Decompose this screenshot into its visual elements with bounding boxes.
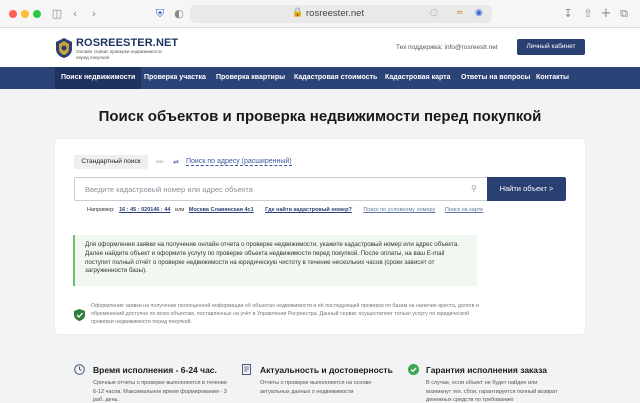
- reader-icon[interactable]: ◉: [475, 8, 483, 18]
- url-text: rosreester.net: [306, 8, 365, 19]
- personal-cabinet-button[interactable]: Личный кабинет: [517, 39, 585, 55]
- where-find-cadastral-link[interactable]: Где найти кадастровый номер?: [265, 207, 352, 213]
- browser-toolbar: ◫ ‹ › ⛨ ◐ 🔒 rosreester.net ◌ ≈ ◉ ↧ ⇧ + ⧉: [0, 0, 640, 28]
- nav-item-cadastral-map[interactable]: Кадастровая карта: [385, 67, 451, 89]
- feature-text-time: Срочные отчеты о проверке выполняются в …: [93, 380, 227, 403]
- tab-standard-search[interactable]: Стандартный поиск: [74, 155, 148, 169]
- feature-text-accuracy: Отчеты о проверке выполняются на основе …: [260, 380, 372, 395]
- feature-title-guarantee: Гарантия исполнения заказа: [426, 365, 547, 375]
- conditional-number-search-link[interactable]: Поиск по условному номеру: [363, 207, 435, 213]
- sidebar-icon[interactable]: ◫: [50, 6, 64, 22]
- nav-item-apartment-check[interactable]: Проверка квартиры: [216, 67, 285, 89]
- minimize-window-button[interactable]: [21, 10, 29, 18]
- logo-subtitle: Онлайн сервис проверки недвижимости пере…: [76, 49, 162, 60]
- shield-check-icon: [74, 309, 85, 321]
- logo-title[interactable]: ROSREESTER.NET: [76, 37, 178, 49]
- nav-item-contacts[interactable]: Контакты: [536, 67, 569, 89]
- disclaimer-text: Оформление заявки на получение полноценн…: [91, 303, 479, 325]
- search-icon: ⚲: [471, 184, 477, 193]
- privacy-icon[interactable]: ◐: [173, 6, 185, 22]
- feature-text-guarantee: В случае, если объект не будет найден ил…: [426, 380, 558, 403]
- support-email[interactable]: Тех поддержка: info@rosreestr.net: [396, 44, 498, 51]
- nav-item-property-search[interactable]: Поиск недвижимости: [55, 67, 142, 89]
- shield-icon[interactable]: ⛨: [154, 6, 166, 22]
- tab-advanced-search[interactable]: Поиск по адресу (расширенный): [186, 158, 292, 166]
- map-search-link[interactable]: Поиск на карте: [445, 207, 483, 213]
- search-input[interactable]: [74, 177, 487, 201]
- logo-emblem-icon[interactable]: [55, 38, 73, 58]
- address-search-icon: ⇌: [173, 158, 179, 166]
- nav-item-cadastral-value[interactable]: Кадастровая стоимость: [294, 67, 377, 89]
- maximize-window-button[interactable]: [33, 10, 41, 18]
- example-address[interactable]: Москва Славянская 4с1: [189, 207, 254, 213]
- document-icon: [242, 364, 251, 375]
- tabs-icon[interactable]: ⧉: [618, 6, 630, 22]
- rss-icon[interactable]: ≈: [456, 8, 464, 18]
- nav-item-land-check[interactable]: Проверка участка: [144, 67, 206, 89]
- main-nav: Поиск недвижимости Проверка участка Пров…: [0, 67, 640, 89]
- checkmark-icon: [408, 364, 419, 375]
- info-box: Для оформления заявки на получение онлай…: [73, 235, 477, 286]
- nav-item-faq[interactable]: Ответы на вопросы: [461, 67, 530, 89]
- translate-icon[interactable]: ◌: [430, 8, 438, 18]
- forward-icon[interactable]: ›: [89, 6, 99, 22]
- share-icon[interactable]: ⇧: [582, 6, 594, 22]
- or-separator: или: [156, 159, 164, 164]
- clock-icon: [74, 364, 85, 375]
- download-icon[interactable]: ↧: [562, 6, 574, 22]
- find-object-button[interactable]: Найти объект >: [487, 177, 566, 201]
- info-text: Для оформления заявки на получение онлай…: [85, 241, 460, 275]
- back-icon[interactable]: ‹: [70, 6, 80, 22]
- address-bar[interactable]: 🔒 rosreester.net ◌ ≈ ◉: [190, 5, 492, 23]
- close-window-button[interactable]: [9, 10, 17, 18]
- example-or: или: [175, 207, 185, 213]
- page-title: Поиск объектов и проверка недвижимости п…: [98, 108, 542, 125]
- lock-icon: 🔒: [292, 8, 304, 18]
- feature-title-accuracy: Актуальность и достоверность: [260, 365, 393, 375]
- example-prefix: Например:: [87, 207, 115, 213]
- search-examples: Например: 16 : 45 : 020146 : 44 или Моск…: [87, 207, 483, 213]
- new-tab-icon[interactable]: +: [600, 6, 612, 22]
- example-cadastral-number[interactable]: 16 : 45 : 020146 : 44: [119, 207, 170, 213]
- feature-title-time: Время исполнения - 6-24 час.: [93, 365, 217, 375]
